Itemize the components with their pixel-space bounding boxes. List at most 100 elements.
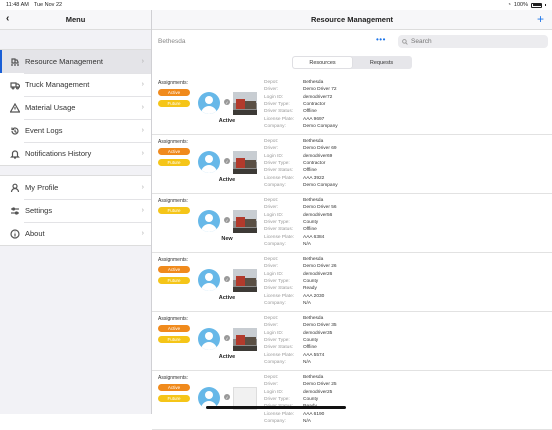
detail-label: Driver Status: — [264, 109, 294, 115]
detail-value-driver: Demo Driver 26 — [303, 264, 337, 270]
detail-label: Depot: — [264, 257, 279, 263]
detail-value-depot: Bethesda — [303, 198, 324, 204]
sidebar-main-menu: Resource Management › Truck Management › Mat… — [0, 49, 151, 166]
detail-label: License Plate: — [264, 175, 295, 181]
sidebar-title: Menu — [65, 15, 86, 24]
check-icon: ✓ — [224, 276, 230, 282]
resource-status: New — [221, 236, 233, 242]
resource-card[interactable]: Assignments: Future ✓ New Depot: Bethesda Driv… — [152, 194, 552, 253]
driver-details: Depot: Bethesda Driver: Demo Driver 35 Login… — [264, 315, 337, 366]
active-assignment-badge[interactable]: Active — [158, 89, 190, 96]
detail-label: Login ID: — [264, 389, 284, 395]
detail-label: Login ID: — [264, 153, 284, 159]
detail-label: Driver Status: — [264, 227, 294, 233]
resource-card[interactable]: Assignments: Active Future ✓ Active Depot: Bet… — [152, 76, 552, 135]
warning-triangle-icon — [9, 102, 20, 113]
driver-avatar — [198, 151, 220, 173]
add-button[interactable]: + — [537, 12, 544, 26]
detail-label: License Plate: — [264, 293, 295, 299]
chevron-right-icon: › — [141, 184, 144, 191]
future-assignment-badge[interactable]: Future — [158, 395, 190, 402]
assignments-label: Assignments: — [158, 257, 189, 263]
tab-resources[interactable]: Resources — [293, 57, 352, 68]
truck-photo — [233, 92, 257, 115]
status-indicators: ◔ 100% — [508, 2, 546, 8]
more-options-icon[interactable]: ••• — [376, 35, 386, 44]
future-assignment-badge[interactable]: Future — [158, 336, 190, 343]
sidebar-item-resource-management[interactable]: Resource Management › — [0, 50, 151, 73]
detail-label: Driver: — [264, 205, 279, 211]
future-assignment-badge[interactable]: Future — [158, 277, 190, 284]
detail-value-driver-status: Offline — [303, 168, 317, 174]
detail-value-company: N/A — [303, 418, 311, 424]
truck-route-icon — [9, 56, 20, 67]
check-icon: ✓ — [224, 394, 230, 400]
sidebar-item-label: Material Usage — [25, 103, 76, 112]
active-assignment-badge[interactable]: Active — [158, 148, 190, 155]
future-assignment-badge[interactable]: Future — [158, 207, 190, 214]
future-assignment-badge[interactable]: Future — [158, 159, 190, 166]
active-assignment-badge[interactable]: Active — [158, 325, 190, 332]
detail-label: Driver: — [264, 146, 279, 152]
detail-label: Depot: — [264, 139, 279, 145]
search-input[interactable] — [411, 38, 531, 45]
sidebar-item-event-logs[interactable]: Event Logs › — [0, 119, 151, 142]
resource-card[interactable]: Assignments: Active Future ✓ Active Depot: Bet… — [152, 253, 552, 312]
resource-card[interactable]: Assignments: Active Future ✓ Depot: Bethesda D… — [152, 371, 552, 430]
sidebar-item-material-usage[interactable]: Material Usage › — [0, 96, 151, 119]
detail-value-company: N/A — [303, 241, 311, 247]
truck-photo — [233, 151, 257, 174]
sidebar-item-my-profile[interactable]: My Profile › — [0, 176, 151, 199]
detail-label: Driver: — [264, 382, 279, 388]
detail-label: Driver Status: — [264, 345, 294, 351]
user-icon — [9, 182, 20, 193]
status-date: Tue Nov 22 — [33, 2, 63, 8]
detail-label: License Plate: — [264, 411, 295, 417]
toolbar: Bethesda ••• — [152, 30, 552, 52]
detail-value-company: N/A — [303, 300, 311, 306]
detail-value-type: County — [303, 338, 319, 344]
tab-requests[interactable]: Requests — [352, 57, 411, 68]
info-icon — [9, 228, 20, 239]
check-icon: ✓ — [224, 335, 230, 341]
home-indicator — [206, 406, 346, 409]
driver-details: Depot: Bethesda Driver: Demo Driver 69 Login… — [264, 138, 338, 189]
detail-label: Depot: — [264, 80, 279, 86]
detail-label: Depot: — [264, 198, 279, 204]
sidebar: ‹ Menu Resource Management › Truck Managem… — [0, 10, 152, 414]
active-assignment-badge[interactable]: Active — [158, 384, 190, 391]
sidebar-item-notifications-history[interactable]: Notifications History › — [0, 142, 151, 165]
sidebar-item-about[interactable]: About › — [0, 222, 151, 245]
detail-value-company: Demo Company — [303, 182, 338, 188]
detail-value-plate: AAA 6190 — [303, 411, 325, 417]
sidebar-item-label: My Profile — [25, 183, 59, 192]
sidebar-item-label: Truck Management — [25, 80, 90, 89]
sidebar-item-settings[interactable]: Settings › — [0, 199, 151, 222]
detail-value-plate: AAA 2030 — [303, 293, 325, 299]
detail-label: Driver Type: — [264, 397, 290, 403]
detail-value-type: County — [303, 397, 319, 403]
sidebar-item-truck-management[interactable]: Truck Management › — [0, 73, 151, 96]
resource-request-switch[interactable]: Resources Requests — [292, 56, 412, 69]
detail-value-login: demodriver69 — [303, 153, 333, 159]
search-bar[interactable] — [398, 35, 548, 48]
history-icon — [9, 125, 20, 136]
detail-value-driver: Demo Driver 25 — [303, 382, 337, 388]
detail-value-depot: Bethesda — [303, 139, 324, 145]
detail-value-company: Demo Company — [303, 123, 338, 129]
back-chevron-icon[interactable]: ‹ — [6, 13, 9, 24]
sidebar-item-label: Settings — [25, 206, 53, 215]
battery-icon — [531, 2, 542, 8]
resource-card[interactable]: Assignments: Active Future ✓ Active Depot: Bet… — [152, 312, 552, 371]
sidebar-header: ‹ Menu — [0, 10, 151, 30]
driver-avatar — [198, 210, 220, 232]
driver-avatar — [198, 92, 220, 114]
resource-card[interactable]: Assignments: Active Future ✓ Active Depot: Bet… — [152, 135, 552, 194]
assignments-label: Assignments: — [158, 198, 189, 204]
active-assignment-badge[interactable]: Active — [158, 266, 190, 273]
detail-label: Company: — [264, 359, 286, 365]
detail-value-company: N/A — [303, 359, 311, 365]
resource-status: Active — [218, 118, 236, 124]
future-assignment-badge[interactable]: Future — [158, 100, 190, 107]
detail-value-plate: AAA 6384 — [303, 234, 325, 240]
